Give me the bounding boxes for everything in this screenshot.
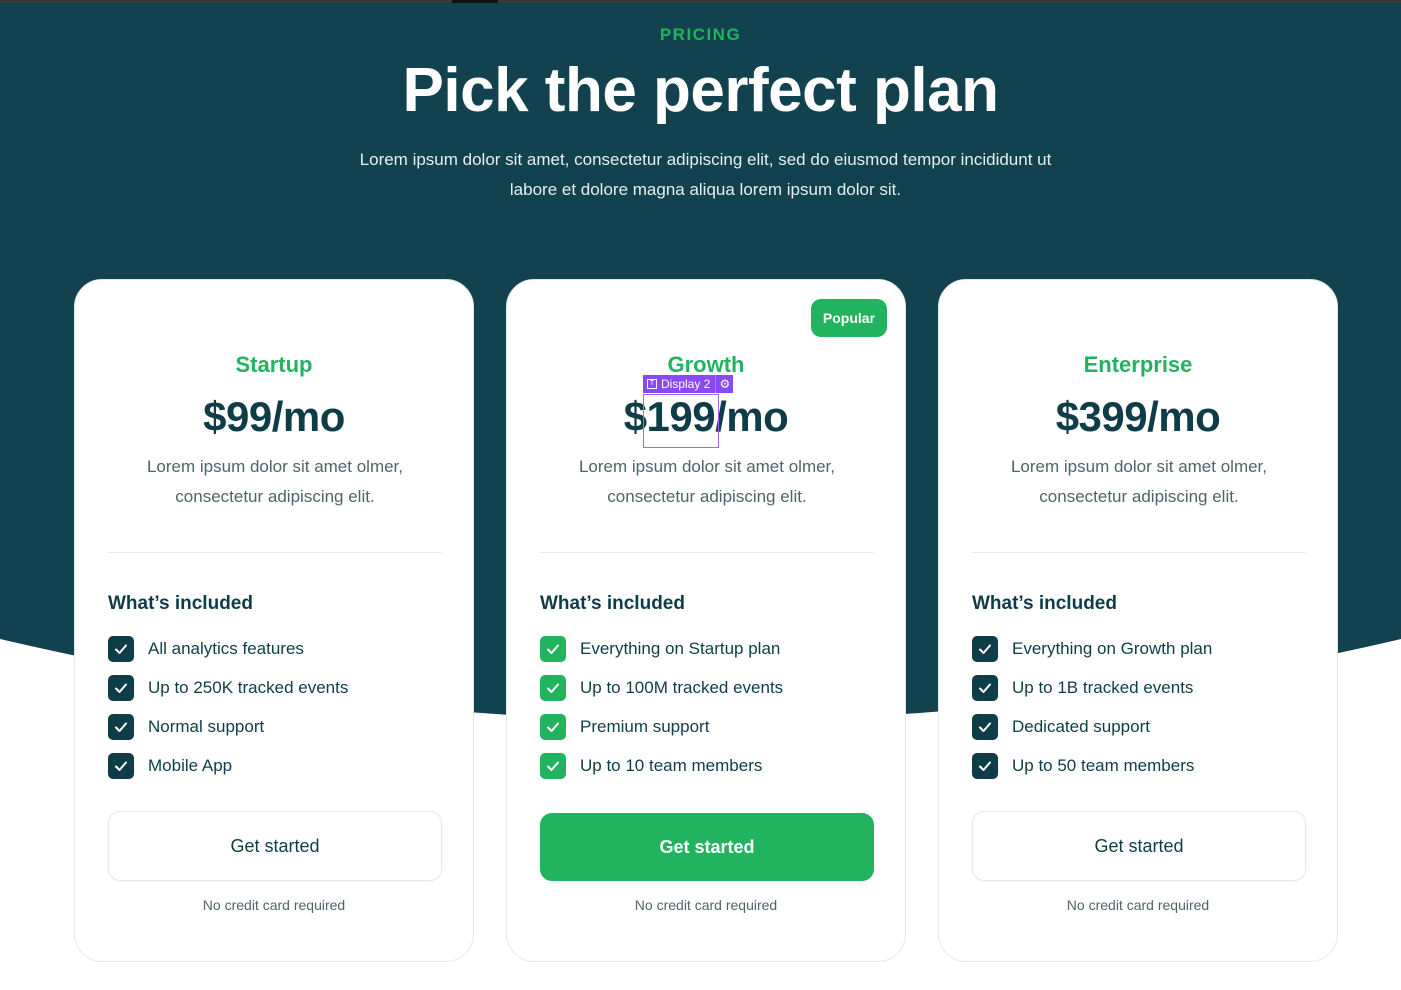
editor-element-tag[interactable]: T Display 2 ⚙ [643, 375, 734, 393]
no-credit-card-note: No credit card required [202, 897, 346, 913]
feature-item: Everything on Growth plan [972, 636, 1212, 662]
feature-text: Up to 1B tracked events [1012, 678, 1194, 697]
checkmark-icon [972, 714, 998, 740]
feature-item: Premium support [540, 714, 783, 740]
price-amount: 99 [225, 393, 272, 440]
feature-text: Up to 100M tracked events [580, 678, 784, 697]
no-credit-card-note: No credit card required [634, 897, 778, 913]
checkmark-icon [972, 636, 998, 662]
feature-text: Everything on Startup plan [580, 639, 781, 658]
feature-item: Everything on Startup plan [540, 636, 783, 662]
feature-item: Dedicated support [972, 714, 1212, 740]
included-title: What’s included [972, 593, 1117, 614]
no-credit-card-note: No credit card required [1066, 897, 1210, 913]
plan-description: Lorem ipsum dolor sit amet olmer, consec… [578, 457, 836, 506]
editor-element-label[interactable]: T Display 2 [643, 375, 715, 393]
feature-item: Up to 250K tracked events [108, 675, 348, 701]
section-eyebrow: PRICING [659, 25, 742, 44]
plan-description: Lorem ipsum dolor sit amet olmer, consec… [146, 457, 404, 506]
feature-text: Up to 50 team members [1012, 756, 1195, 775]
checkmark-icon [108, 753, 134, 779]
feature-text: Up to 250K tracked events [148, 678, 349, 697]
popular-badge: Popular [810, 299, 887, 337]
checkmark-icon [108, 636, 134, 662]
checkmark-icon [108, 675, 134, 701]
feature-text: Normal support [148, 717, 265, 736]
feature-list: All analytics features Up to 250K tracke… [108, 636, 348, 792]
feature-list: Everything on Growth plan Up to 1B track… [972, 636, 1212, 792]
plan-description: Lorem ipsum dolor sit amet olmer, consec… [1010, 457, 1268, 506]
checkmark-icon [972, 753, 998, 779]
feature-item: Up to 1B tracked events [972, 675, 1212, 701]
price-amount[interactable]: 199 [647, 393, 716, 440]
hero-subtitle: Lorem ipsum dolor sit amet, consectetur … [359, 150, 1052, 199]
gear-icon[interactable]: ⚙ [715, 375, 733, 393]
price-period: /mo [271, 393, 346, 440]
feature-text: Mobile App [148, 756, 233, 775]
checkmark-icon [108, 714, 134, 740]
pricing-card-growth: Popular Growth T Display 2 ⚙ $199/mo Lore… [506, 279, 906, 962]
feature-item: Up to 100M tracked events [540, 675, 783, 701]
divider [108, 552, 442, 553]
feature-item: Up to 50 team members [972, 753, 1212, 779]
plan-name: Enterprise [1083, 352, 1193, 377]
included-title: What’s included [108, 593, 253, 614]
plan-price: $399/mo [939, 393, 1337, 441]
editor-label-text: Display 2 [661, 377, 711, 391]
feature-text: Up to 10 team members [580, 756, 763, 775]
price-currency: $ [623, 393, 647, 440]
divider [972, 552, 1306, 553]
price-amount: 399 [1078, 393, 1148, 440]
plan-name: Startup [235, 352, 313, 377]
divider [540, 552, 874, 553]
feature-text: Dedicated support [1012, 717, 1150, 736]
plan-price: $199/mo [507, 393, 905, 441]
get-started-button[interactable]: Get started [540, 813, 874, 881]
included-title: What’s included [540, 593, 685, 614]
plan-price: $99/mo [75, 393, 473, 441]
feature-text: Premium support [580, 717, 710, 736]
page-title: Pick the perfect plan [402, 56, 999, 125]
price-period: /mo [715, 393, 789, 440]
get-started-button[interactable]: Get started [972, 811, 1306, 881]
text-icon: T [647, 379, 657, 389]
checkmark-icon [540, 675, 566, 701]
checkmark-icon [972, 675, 998, 701]
feature-text: All analytics features [148, 639, 304, 658]
feature-item: Normal support [108, 714, 348, 740]
price-currency: $ [203, 393, 226, 440]
feature-text: Everything on Growth plan [1012, 639, 1213, 658]
checkmark-icon [540, 753, 566, 779]
feature-item: Up to 10 team members [540, 753, 783, 779]
price-period: /mo [1147, 393, 1221, 440]
feature-item: Mobile App [108, 753, 348, 779]
feature-item: All analytics features [108, 636, 348, 662]
pricing-card-enterprise: Enterprise $399/mo Lorem ipsum dolor sit… [938, 279, 1338, 962]
feature-list: Everything on Startup plan Up to 100M tr… [540, 636, 783, 792]
checkmark-icon [540, 714, 566, 740]
get-started-button[interactable]: Get started [108, 811, 442, 881]
pricing-card-startup: Startup $99/mo Lorem ipsum dolor sit ame… [74, 279, 474, 962]
checkmark-icon [540, 636, 566, 662]
price-currency: $ [1055, 393, 1079, 440]
